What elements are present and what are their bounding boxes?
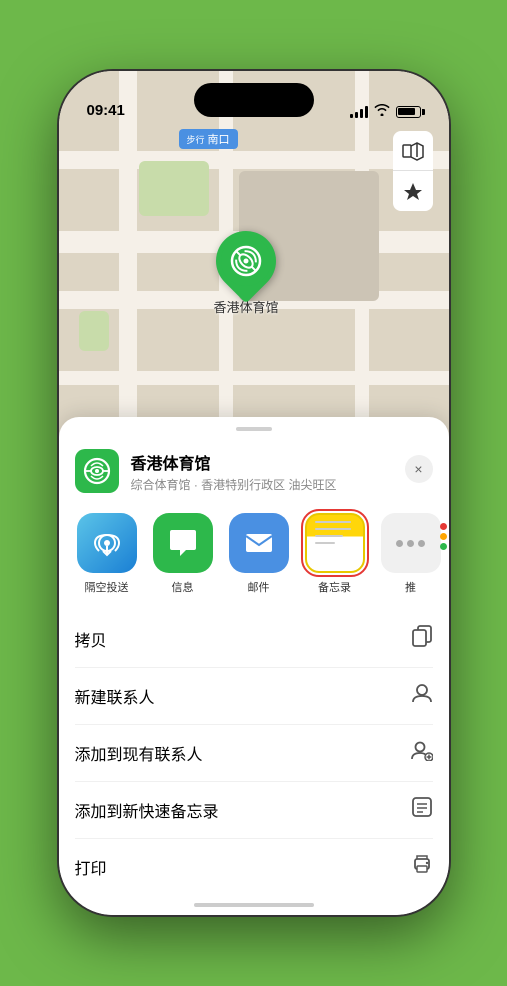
add-notes-icon <box>411 796 433 824</box>
share-item-more[interactable]: 推 <box>375 513 447 595</box>
home-indicator <box>194 903 314 907</box>
messages-label: 信息 <box>172 579 194 595</box>
map-controls[interactable] <box>393 131 433 211</box>
more-icon <box>381 513 441 573</box>
action-label-add-existing: 添加到现有联系人 <box>75 741 203 765</box>
close-button[interactable]: × <box>405 455 433 483</box>
venue-info: 香港体育馆 综合体育馆 · 香港特别行政区 油尖旺区 <box>131 450 433 493</box>
action-item-add-notes[interactable]: 添加到新快速备忘录 <box>75 782 433 839</box>
action-label-new-contact: 新建联系人 <box>75 684 155 708</box>
venue-subtitle: 综合体育馆 · 香港特别行政区 油尖旺区 <box>131 476 433 493</box>
venue-name: 香港体育馆 <box>131 450 433 474</box>
action-item-print[interactable]: 打印 <box>75 839 433 895</box>
share-item-mail[interactable]: 邮件 <box>223 513 295 595</box>
mail-label: 邮件 <box>248 579 270 595</box>
sheet-handle <box>236 427 272 431</box>
add-existing-icon <box>411 739 433 767</box>
location-button[interactable] <box>393 171 433 211</box>
action-label-print: 打印 <box>75 855 107 879</box>
share-item-messages[interactable]: 信息 <box>147 513 219 595</box>
notes-icon <box>305 513 365 573</box>
copy-icon <box>411 625 433 653</box>
action-item-copy[interactable]: 拷贝 <box>75 611 433 668</box>
marker-pin <box>204 219 289 304</box>
location-badge: 步行 南口 <box>179 129 238 149</box>
action-list: 拷贝 新建联系人 <box>59 611 449 895</box>
action-label-add-notes: 添加到新快速备忘录 <box>75 798 219 822</box>
phone-frame: 09:41 <box>59 71 449 915</box>
venue-header: 香港体育馆 综合体育馆 · 香港特别行政区 油尖旺区 × <box>59 441 449 505</box>
status-icons <box>350 104 421 119</box>
print-icon <box>411 853 433 881</box>
mail-icon <box>229 513 289 573</box>
map-type-button[interactable] <box>393 131 433 171</box>
bottom-sheet: 香港体育馆 综合体育馆 · 香港特别行政区 油尖旺区 × <box>59 417 449 915</box>
battery-icon <box>396 106 421 118</box>
signal-icon <box>350 106 368 118</box>
airdrop-icon <box>77 513 137 573</box>
share-item-notes[interactable]: 备忘录 <box>299 513 371 595</box>
messages-icon <box>153 513 213 573</box>
action-item-add-existing[interactable]: 添加到现有联系人 <box>75 725 433 782</box>
share-item-airdrop[interactable]: 隔空投送 <box>71 513 143 595</box>
venue-logo <box>75 449 119 493</box>
action-item-new-contact[interactable]: 新建联系人 <box>75 668 433 725</box>
action-label-copy: 拷贝 <box>75 627 107 651</box>
airdrop-label: 隔空投送 <box>85 579 129 595</box>
share-row: 隔空投送 信息 <box>59 505 449 611</box>
stadium-marker: 香港体育馆 <box>214 231 279 316</box>
notes-label: 备忘录 <box>318 579 351 595</box>
more-label: 推 <box>405 579 416 595</box>
new-contact-icon <box>411 682 433 710</box>
dynamic-island <box>194 83 314 117</box>
phone-screen: 09:41 <box>59 71 449 915</box>
wifi-icon <box>374 104 390 119</box>
status-time: 09:41 <box>87 102 125 119</box>
